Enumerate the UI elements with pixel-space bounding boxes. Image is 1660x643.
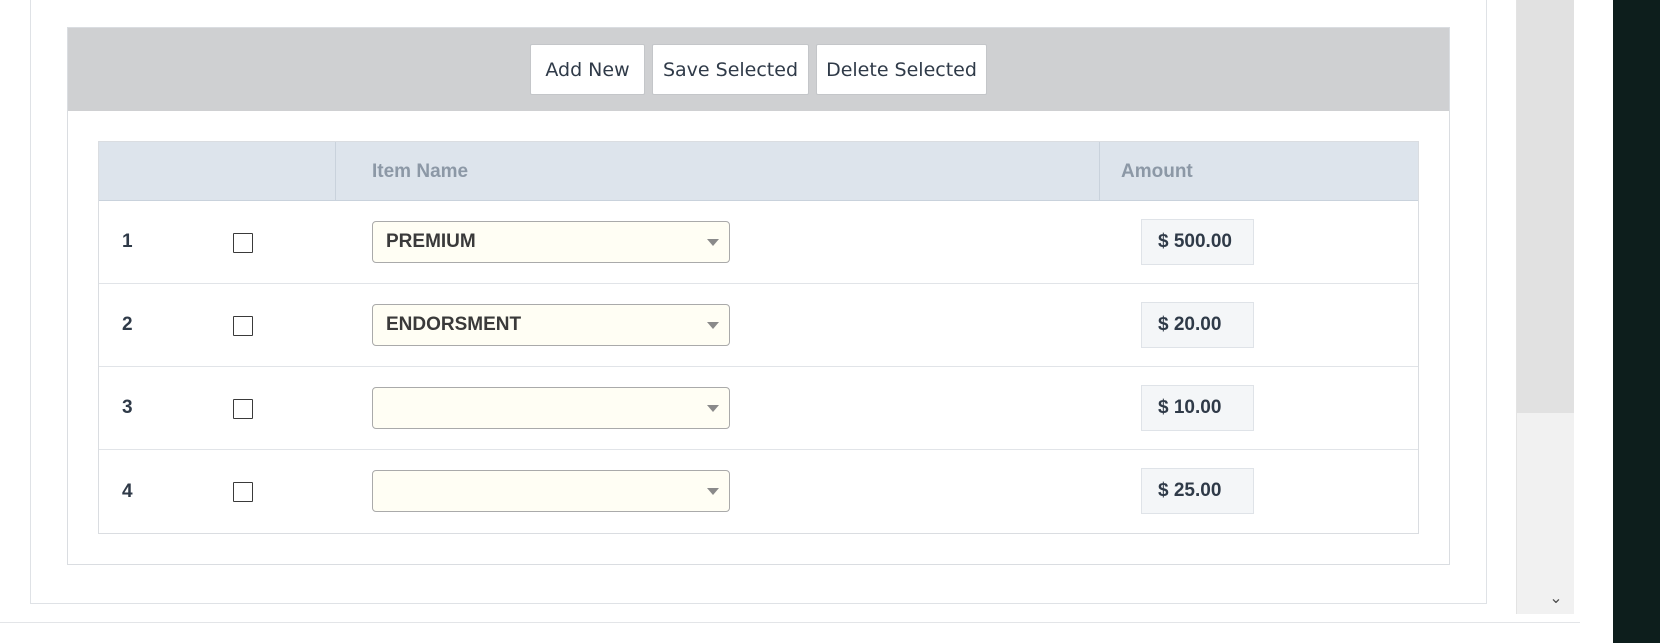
row-number: 1 (122, 231, 133, 252)
amount-field[interactable]: $ 20.00 (1141, 302, 1254, 348)
item-name-value: ENDORSMENT (386, 314, 522, 335)
item-name-value: PREMIUM (386, 231, 476, 252)
item-name-dropdown[interactable] (372, 387, 730, 429)
delete-selected-button[interactable]: Delete Selected (816, 44, 987, 95)
header-divider (1099, 142, 1100, 201)
items-panel: Add New Save Selected Delete Selected It… (67, 27, 1450, 565)
item-name-dropdown[interactable]: ENDORSMENT (372, 304, 730, 346)
row-number: 4 (122, 480, 133, 502)
grid-toolbar: Add New Save Selected Delete Selected (68, 28, 1449, 111)
table-row: 4 $ 25.00 (99, 450, 1418, 533)
table-row: 2 ENDORSMENT $ 20.00 (99, 284, 1418, 367)
grid-header: Item Name Amount (99, 142, 1418, 201)
chevron-down-icon[interactable]: ⌄ (1546, 588, 1566, 608)
table-row: 3 $ 10.00 (99, 367, 1418, 450)
vertical-scrollbar[interactable]: ⌄ (1516, 0, 1574, 614)
row-checkbox[interactable] (233, 399, 253, 419)
amount-field[interactable]: $ 25.00 (1141, 468, 1254, 514)
scrollbar-thumb[interactable] (1517, 0, 1574, 413)
column-header-select (99, 142, 335, 201)
row-checkbox[interactable] (233, 233, 253, 253)
items-grid: Item Name Amount 1 PREMIUM $ 500.00 2 EN… (98, 141, 1419, 534)
dropdown-arrow-icon (707, 488, 719, 495)
dropdown-arrow-icon (707, 405, 719, 412)
amount-field[interactable]: $ 10.00 (1141, 385, 1254, 431)
row-number: 2 (122, 314, 133, 335)
column-header-item-name[interactable]: Item Name (372, 142, 1072, 201)
item-name-dropdown[interactable] (372, 470, 730, 512)
add-new-button[interactable]: Add New (530, 44, 645, 95)
divider (0, 622, 1580, 623)
dropdown-arrow-icon (707, 239, 719, 246)
save-selected-button[interactable]: Save Selected (652, 44, 809, 95)
column-header-amount[interactable]: Amount (1121, 142, 1401, 201)
dropdown-arrow-icon (707, 322, 719, 329)
amount-field[interactable]: $ 500.00 (1141, 219, 1254, 265)
item-name-dropdown[interactable]: PREMIUM (372, 221, 730, 263)
row-checkbox[interactable] (233, 316, 253, 336)
header-divider (335, 142, 336, 201)
row-checkbox[interactable] (233, 482, 253, 502)
row-number: 3 (122, 397, 133, 418)
table-row: 1 PREMIUM $ 500.00 (99, 201, 1418, 284)
right-edge-panel (1613, 0, 1660, 643)
